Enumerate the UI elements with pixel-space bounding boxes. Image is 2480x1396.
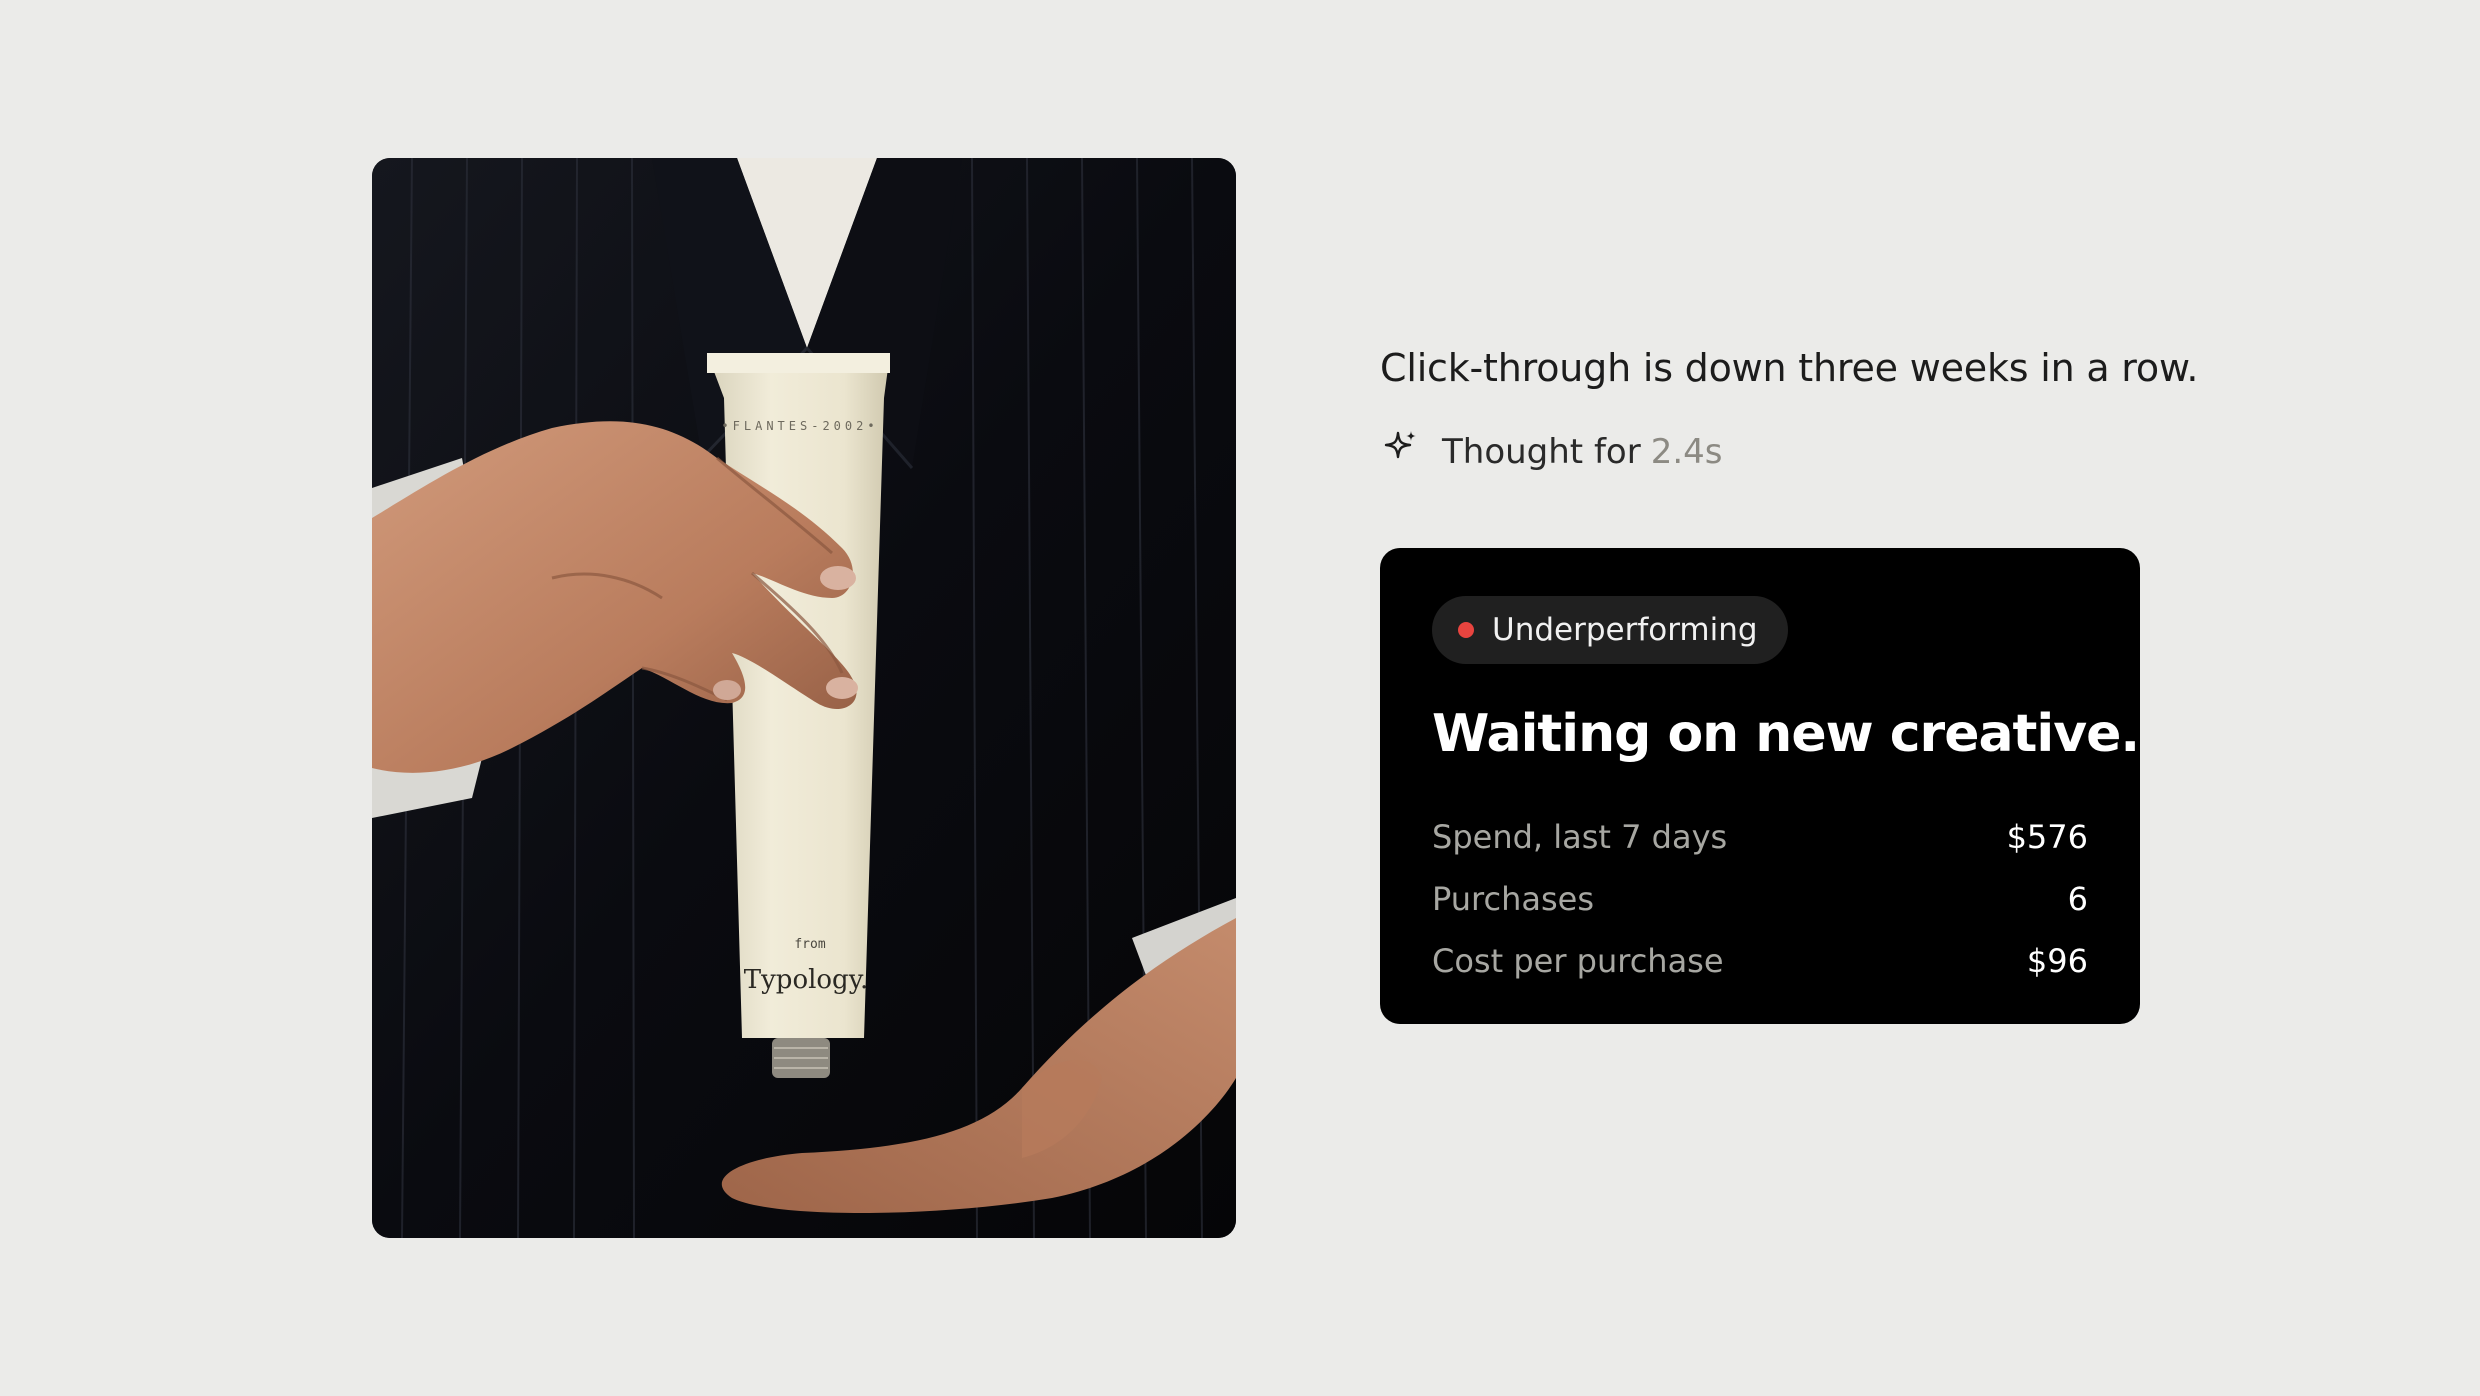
thought-indicator[interactable]: Thought for 2.4s — [1382, 431, 1723, 472]
campaign-status-card: Underperforming Waiting on new creative.… — [1380, 548, 2140, 1024]
metric-row-purchases: Purchases 6 — [1432, 868, 2088, 930]
metric-label: Spend, last 7 days — [1432, 818, 1728, 856]
page: •FLANTES-2002• from Typology. Click-thro… — [0, 0, 2480, 1396]
chat-message: Click-through is down three weeks in a r… — [1380, 346, 2199, 390]
product-photo-illustration: •FLANTES-2002• from Typology. — [372, 158, 1236, 1238]
thought-duration: 2.4s — [1650, 432, 1723, 472]
status-label: Underperforming — [1492, 612, 1758, 648]
metric-value: $96 — [2026, 942, 2088, 980]
tube-from-text: from — [794, 937, 825, 952]
metric-label: Cost per purchase — [1432, 942, 1724, 980]
sparkle-icon — [1384, 431, 1416, 459]
status-dot-icon — [1458, 622, 1474, 638]
tube-brand-text: Typology. — [744, 965, 868, 995]
metrics-list: Spend, last 7 days $576 Purchases 6 Cost… — [1432, 806, 2088, 992]
metric-value: $576 — [2006, 818, 2088, 856]
tube-top-text: •FLANTES-2002• — [721, 419, 878, 433]
metric-row-cost-per-purchase: Cost per purchase $96 — [1432, 930, 2088, 992]
status-badge: Underperforming — [1432, 596, 1788, 664]
metric-value: 6 — [2067, 880, 2088, 918]
card-headline: Waiting on new creative. — [1432, 704, 2140, 764]
product-photo: •FLANTES-2002• from Typology. — [372, 158, 1236, 1238]
metric-row-spend: Spend, last 7 days $576 — [1432, 806, 2088, 868]
metric-label: Purchases — [1432, 880, 1594, 918]
thought-label: Thought for — [1442, 432, 1641, 472]
